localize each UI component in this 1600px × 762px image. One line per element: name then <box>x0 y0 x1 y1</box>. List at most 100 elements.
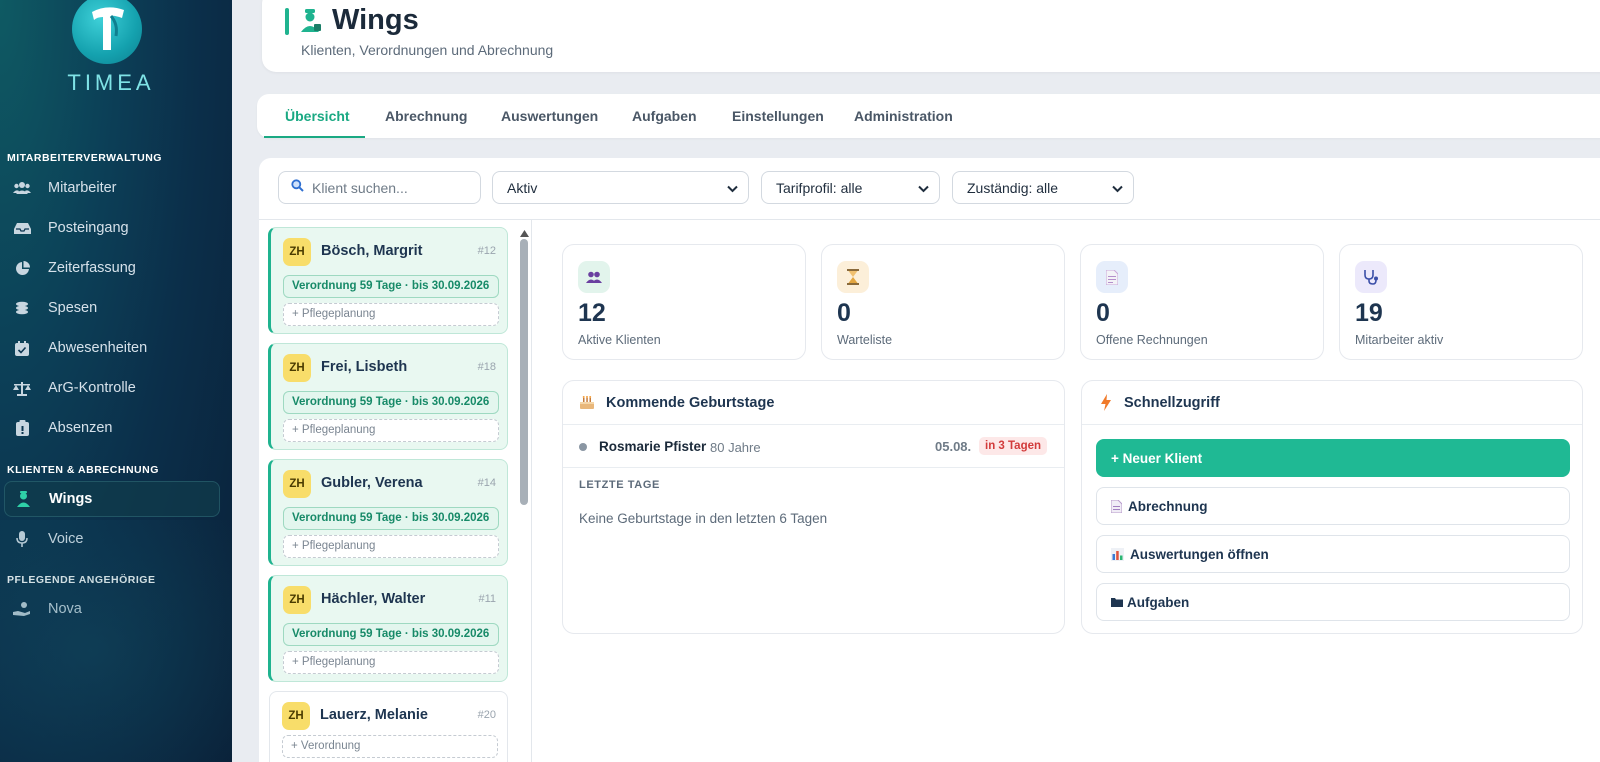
stat-label: Warteliste <box>837 333 893 347</box>
sidebar-item-abwesenheiten[interactable]: Abwesenheiten <box>4 330 220 366</box>
client-id: #20 <box>477 709 496 721</box>
sidebar-item-posteingang[interactable]: Posteingang <box>4 210 220 246</box>
verordnung-badge[interactable]: Verordnung 59 Tage · bis 30.09.2026 <box>283 391 499 414</box>
canton-badge: ZH <box>282 702 310 730</box>
sidebar-item-zeiterfassung[interactable]: Zeiterfassung <box>4 250 220 286</box>
new-client-button[interactable]: + Neuer Klient <box>1096 439 1570 477</box>
canton-badge: ZH <box>283 470 311 498</box>
sidebar-item-wings[interactable]: Wings <box>4 481 220 517</box>
sidebar-item-nova[interactable]: Nova <box>4 591 220 627</box>
sidebar-item-absenzen[interactable]: Absenzen <box>4 410 220 446</box>
verordnung-badge[interactable]: Verordnung 59 Tage · bis 30.09.2026 <box>283 275 499 298</box>
birthday-countdown-badge: in 3 Tagen <box>979 437 1048 455</box>
folder-icon <box>1111 597 1123 607</box>
sidebar-item-label: Wings <box>49 491 93 507</box>
birthday-name: Rosmarie Pfister <box>599 439 707 454</box>
hand-care-icon <box>12 601 32 617</box>
add-verordnung-button[interactable]: + Verordnung <box>282 735 498 758</box>
page-subtitle: Klienten, Verordnungen und Abrechnung <box>301 42 554 58</box>
tab-uebersicht[interactable]: Übersicht <box>285 94 350 138</box>
sidebar-item-label: Abwesenheiten <box>48 340 148 356</box>
client-card[interactable]: ZH Lauerz, Melanie #20 + Verordnung <box>269 691 508 762</box>
invoice-icon <box>1096 261 1128 293</box>
cake-icon <box>579 394 595 415</box>
status-dot <box>579 443 587 451</box>
sidebar-item-label: ArG-Kontrolle <box>48 380 136 396</box>
tab-aufgaben[interactable]: Aufgaben <box>632 94 697 138</box>
stat-label: Offene Rechnungen <box>1096 333 1208 347</box>
sidebar-item-label: Mitarbeiter <box>48 180 117 196</box>
users-icon <box>12 181 32 195</box>
add-pflegeplanung-button[interactable]: + Pflegeplanung <box>283 303 499 326</box>
sidebar-item-spesen[interactable]: Spesen <box>4 290 220 326</box>
canton-badge: ZH <box>283 238 311 266</box>
abrechnung-button[interactable]: Abrechnung <box>1096 487 1570 525</box>
chevron-down-icon <box>918 180 929 196</box>
active-tab-indicator <box>264 136 365 138</box>
birthday-row[interactable]: Rosmarie Pfister 80 Jahre 05.08. in 3 Ta… <box>563 425 1064 468</box>
people-icon <box>578 261 610 293</box>
tab-auswertungen[interactable]: Auswertungen <box>501 94 598 138</box>
sidebar-item-mitarbeiter[interactable]: Mitarbeiter <box>4 170 220 206</box>
brand-name: TIMEA <box>67 70 155 95</box>
client-name: Frei, Lisbeth <box>321 359 408 375</box>
scale-icon <box>12 381 32 396</box>
coins-icon <box>12 301 32 315</box>
tarif-select[interactable]: Tarifprofil: alle <box>761 171 940 204</box>
client-card[interactable]: ZH Frei, Lisbeth #18 Verordnung 59 Tage … <box>268 343 508 450</box>
button-label: Auswertungen öffnen <box>1130 546 1269 562</box>
tab-administration[interactable]: Administration <box>854 94 953 138</box>
verordnung-badge[interactable]: Verordnung 59 Tage · bis 30.09.2026 <box>283 507 499 530</box>
bar-chart-icon <box>1111 547 1124 561</box>
sidebar-item-label: Spesen <box>48 300 98 316</box>
sidebar-item-arg-kontrolle[interactable]: ArG-Kontrolle <box>4 370 220 406</box>
add-pflegeplanung-button[interactable]: + Pflegeplanung <box>283 651 499 674</box>
recent-section-label: LETZTE TAGE <box>579 479 660 491</box>
sidebar-item-label: Nova <box>48 601 82 617</box>
panel-title: Kommende Geburtstage <box>606 395 775 411</box>
client-card[interactable]: ZH Gubler, Verena #14 Verordnung 59 Tage… <box>268 459 508 566</box>
sidebar-item-voice[interactable]: Voice <box>4 521 220 557</box>
client-list-scrollbar[interactable] <box>520 239 528 505</box>
page-header <box>262 0 1600 72</box>
timea-logo-icon[interactable] <box>72 0 142 64</box>
status-select-value: Aktiv <box>507 179 538 196</box>
zustaendig-select[interactable]: Zuständig: alle <box>952 171 1134 204</box>
birthday-date: 05.08. <box>935 439 972 454</box>
lightning-icon <box>1100 394 1112 416</box>
stat-card-warteliste[interactable]: 0 Warteliste <box>821 244 1065 360</box>
sidebar-item-label: Zeiterfassung <box>48 260 136 276</box>
button-label: + Neuer Klient <box>1111 450 1203 466</box>
verordnung-badge[interactable]: Verordnung 59 Tage · bis 30.09.2026 <box>283 623 499 646</box>
birthdays-panel: Kommende Geburtstage Rosmarie Pfister 80… <box>562 380 1065 634</box>
client-name: Bösch, Margrit <box>321 243 423 259</box>
sidebar-item-label: Voice <box>48 531 84 547</box>
section-label-pflegende-angehoerige: PFLEGENDE ANGEHÖRIGE <box>7 574 156 586</box>
client-card[interactable]: ZH Bösch, Margrit #12 Verordnung 59 Tage… <box>268 227 508 334</box>
status-select[interactable]: Aktiv <box>492 171 749 204</box>
chevron-down-icon <box>727 180 738 196</box>
section-label-mitarbeiterverwaltung: MITARBEITERVERWALTUNG <box>7 152 162 164</box>
stat-card-offene-rechnungen[interactable]: 0 Offene Rechnungen <box>1080 244 1324 360</box>
tab-abrechnung[interactable]: Abrechnung <box>385 94 467 138</box>
add-pflegeplanung-button[interactable]: + Pflegeplanung <box>283 535 499 558</box>
sidebar-item-label: Absenzen <box>48 420 113 436</box>
search-input[interactable] <box>312 179 472 196</box>
client-card[interactable]: ZH Hächler, Walter #11 Verordnung 59 Tag… <box>268 575 508 682</box>
client-search[interactable] <box>278 171 481 204</box>
canton-badge: ZH <box>283 586 311 614</box>
add-pflegeplanung-button[interactable]: + Pflegeplanung <box>283 419 499 442</box>
nurse-icon <box>300 9 322 38</box>
pie-chart-icon <box>12 260 32 276</box>
tab-bar: Übersicht Abrechnung Auswertungen Aufgab… <box>257 94 1600 138</box>
stat-card-aktive-klienten[interactable]: 12 Aktive Klienten <box>562 244 806 360</box>
stat-card-mitarbeiter-aktiv[interactable]: 19 Mitarbeiter aktiv <box>1339 244 1583 360</box>
clipboard-icon <box>12 420 32 436</box>
aufgaben-button[interactable]: Aufgaben <box>1096 583 1570 621</box>
recent-empty-message: Keine Geburtstage in den letzten 6 Tagen <box>579 511 828 526</box>
auswertungen-button[interactable]: Auswertungen öffnen <box>1096 535 1570 573</box>
tab-einstellungen[interactable]: Einstellungen <box>732 94 824 138</box>
zustaendig-select-value: Zuständig: alle <box>967 179 1059 196</box>
stat-value: 12 <box>578 299 606 327</box>
nurse-icon <box>13 491 33 507</box>
